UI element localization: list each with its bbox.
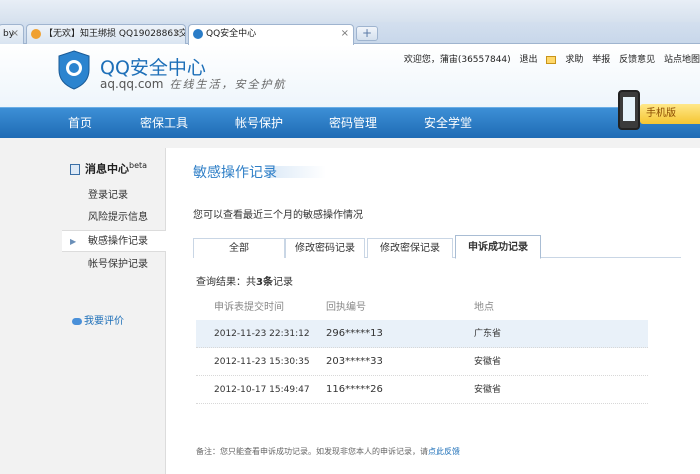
phone-screen	[623, 97, 635, 121]
column-header: 地点	[474, 302, 494, 313]
message-center-icon	[70, 164, 80, 176]
close-icon[interactable]: ×	[341, 25, 349, 43]
tab-favicon-icon	[31, 28, 41, 39]
footnote-text: 备注：您只能查看申诉成功记录。如发现非您本人的申诉记录，请	[196, 447, 428, 456]
intro-text: 您可以查看最近三个月的敏感操作情况	[193, 210, 363, 221]
mobile-promo-label: 手机版	[640, 104, 700, 124]
nav-security-tools[interactable]: 密保工具	[140, 108, 188, 138]
browser-tabbar: by × 【无欢】知王绑损 QQ19028863交 × QQ安全中心 × +	[0, 0, 700, 45]
tab-label: 【无欢】知王绑损 QQ19028863交	[44, 29, 186, 39]
cell-location: 广东省	[474, 329, 502, 339]
sidebar-item-risk-alerts[interactable]: 风险提示信息	[62, 207, 166, 229]
sidebar-item-label: 登录记录	[88, 190, 128, 201]
cell-receipt: 203*****33	[326, 356, 383, 367]
shield-favicon-icon	[193, 28, 203, 39]
mobile-promo[interactable]: 手机版	[610, 90, 700, 138]
new-tab-button[interactable]: +	[356, 26, 378, 41]
site-domain: aq.qq.com	[100, 77, 164, 91]
sidebar-heading-label: 消息中心	[85, 162, 129, 176]
tab-all[interactable]: 全部	[193, 238, 285, 258]
site-domain-line: aq.qq.com 在线生活，安全护航	[100, 76, 286, 92]
nav-security-school[interactable]: 安全学堂	[424, 108, 472, 138]
cell-time: 2012-11-23 22:31:12	[214, 329, 310, 339]
close-icon[interactable]: ×	[173, 25, 181, 43]
tab-label: QQ安全中心	[206, 29, 257, 39]
nav-home[interactable]: 首页	[68, 108, 92, 138]
site-header: QQ安全中心 aq.qq.com 在线生活，安全护航 欢迎您，蒲宙(3655784…	[0, 45, 700, 107]
help-link[interactable]: 求助	[565, 55, 583, 65]
cell-receipt: 116*****26	[326, 384, 383, 395]
rate-link[interactable]: 我要评价	[72, 312, 124, 327]
column-header: 回执编号	[326, 302, 366, 313]
sidebar-item-label: 敏感操作记录	[88, 236, 148, 247]
report-link[interactable]: 举报	[592, 55, 610, 65]
sitemap-link[interactable]: 站点地图	[664, 55, 700, 65]
cell-time: 2012-10-17 15:49:47	[214, 385, 310, 395]
qq-shield-logo-icon	[58, 50, 90, 90]
phone-icon	[618, 90, 640, 130]
cell-location: 安徽省	[474, 357, 502, 367]
column-header: 申诉表提交时间	[214, 302, 284, 313]
browser-titlebar	[0, 0, 700, 22]
browser-tab-1[interactable]: by ×	[0, 24, 24, 44]
rate-link-label: 我要评价	[84, 316, 124, 327]
cell-receipt: 296*****13	[326, 328, 383, 339]
sidebar-item-account-protection[interactable]: 帐号保护记录	[62, 254, 166, 276]
top-links: 欢迎您，蒲宙(36557844) 退出 求助 举报 反馈意见 站点地图	[398, 52, 700, 65]
sidebar-item-label: 风险提示信息	[88, 212, 148, 223]
main-nav: 首页 密保工具 帐号保护 密码管理 安全学堂	[0, 107, 700, 138]
result-prefix: 查询结果：共	[196, 277, 256, 288]
close-icon[interactable]: ×	[11, 25, 19, 43]
user-greeting: 欢迎您，蒲宙(36557844)	[403, 55, 511, 65]
logout-link[interactable]: 退出	[520, 55, 538, 65]
cell-time: 2012-11-23 15:30:35	[214, 357, 310, 367]
feedback-link[interactable]: 反馈意见	[619, 55, 655, 65]
sidebar-item-sensitive-ops[interactable]: ▶ 敏感操作记录	[62, 230, 167, 252]
sidebar: 消息中心beta 登录记录 风险提示信息 ▶ 敏感操作记录 帐号保护记录 我要评…	[62, 148, 167, 474]
sidebar-heading: 消息中心beta	[62, 154, 166, 178]
sidebar-item-label: 帐号保护记录	[88, 259, 148, 270]
table-header: 申诉表提交时间 回执编号 地点	[196, 298, 648, 318]
result-summary: 查询结果：共3条记录	[196, 273, 293, 288]
page-title: 敏感操作记录	[193, 165, 277, 181]
cell-location: 安徽省	[474, 385, 502, 395]
record-tabs: 全部 修改密码记录 修改密保记录 申诉成功记录	[193, 235, 681, 259]
report-feedback-link[interactable]: 点此反馈	[428, 447, 460, 456]
tab-security-changes[interactable]: 修改密保记录	[367, 238, 453, 258]
browser-tab-2[interactable]: 【无欢】知王绑损 QQ19028863交 ×	[26, 24, 186, 44]
triangle-right-icon: ▶	[70, 237, 77, 246]
tab-appeal-success[interactable]: 申诉成功记录	[455, 235, 541, 259]
nav-account-protection[interactable]: 帐号保护	[235, 108, 283, 138]
speech-bubble-icon	[72, 317, 82, 325]
result-suffix: 记录	[272, 277, 293, 288]
table-row[interactable]: 2012-11-23 15:30:35 203*****33 安徽省	[196, 348, 648, 376]
mail-icon[interactable]	[546, 55, 557, 64]
browser-tab-3[interactable]: QQ安全中心 ×	[188, 24, 354, 45]
table-row[interactable]: 2012-11-23 22:31:12 296*****13 广东省	[196, 320, 648, 348]
table-row[interactable]: 2012-10-17 15:49:47 116*****26 安徽省	[196, 376, 648, 404]
footnote: 备注：您只能查看申诉成功记录。如发现非您本人的申诉记录，请点此反馈	[196, 446, 460, 457]
result-count: 3条	[256, 277, 273, 288]
nav-password-management[interactable]: 密码管理	[329, 108, 377, 138]
tab-password-changes[interactable]: 修改密码记录	[285, 238, 365, 258]
sidebar-item-login-records[interactable]: 登录记录	[62, 185, 166, 207]
site-slogan: 在线生活，安全护航	[169, 78, 287, 91]
main-panel: 敏感操作记录 您可以查看最近三个月的敏感操作情况 全部 修改密码记录 修改密保记…	[166, 148, 700, 474]
beta-badge: beta	[129, 161, 148, 170]
